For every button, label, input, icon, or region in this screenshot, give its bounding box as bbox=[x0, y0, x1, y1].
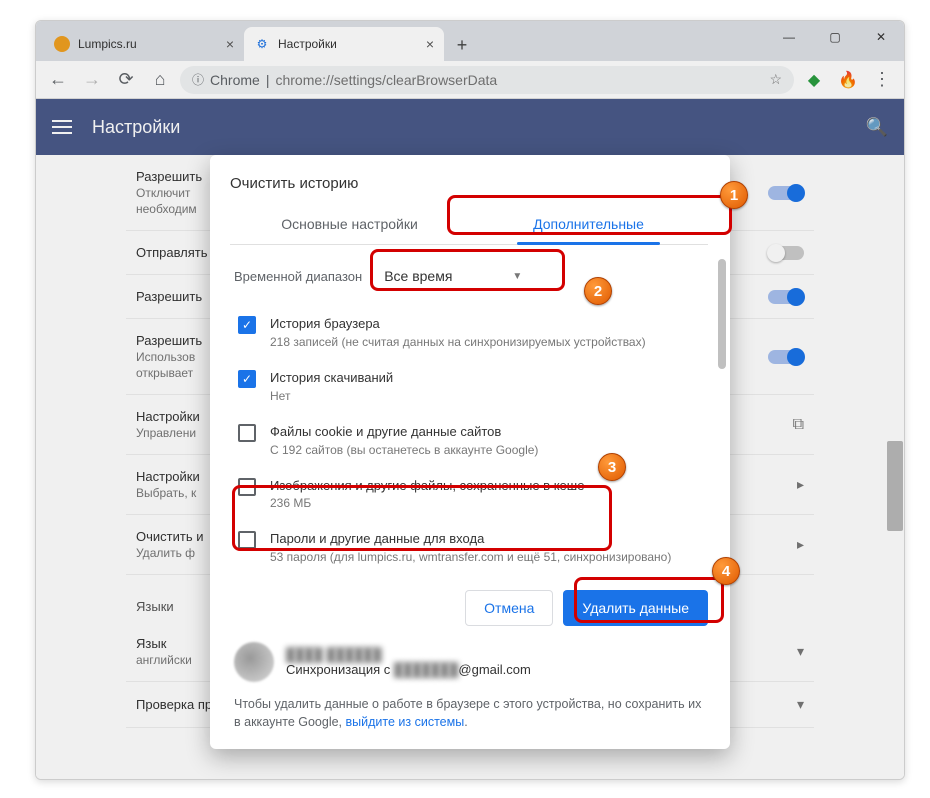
sync-text: ████ ██████ Синхронизация с ███████@gmai… bbox=[286, 647, 531, 677]
checkbox-title: Пароли и другие данные для входа bbox=[270, 530, 671, 549]
tab-basic[interactable]: Основные настройки bbox=[230, 204, 469, 244]
checkbox-sub: Нет bbox=[270, 389, 393, 403]
dialog-scroll-thumb[interactable] bbox=[718, 259, 726, 369]
clear-data-button[interactable]: Удалить данные bbox=[563, 590, 708, 626]
checkbox-row-passwords[interactable]: Пароли и другие данные для входа 53 паро… bbox=[234, 520, 720, 574]
time-range-value: Все время bbox=[384, 268, 452, 284]
checkbox-title: История браузера bbox=[270, 315, 646, 334]
checkbox[interactable] bbox=[238, 478, 256, 496]
avatar bbox=[234, 642, 274, 682]
checkbox-title: История скачиваний bbox=[270, 369, 393, 388]
checkbox-row-browsing-history[interactable]: ✓ История браузера 218 записей (не счита… bbox=[234, 305, 720, 359]
sync-prefix: Синхронизация с bbox=[286, 662, 394, 677]
dialog-tabs: Основные настройки Дополнительные bbox=[230, 204, 708, 245]
time-range-select[interactable]: Все время ▼ bbox=[372, 259, 534, 293]
browser-window: ― ▢ ✕ Lumpics.ru × ⚙ Настройки × + ← → ⟳… bbox=[35, 20, 905, 780]
checkbox-sub: 53 пароля (для lumpics.ru, wmtransfer.co… bbox=[270, 550, 671, 564]
checkbox-row-cache[interactable]: Изображения и другие файлы, сохраненные … bbox=[234, 467, 720, 521]
checkbox[interactable] bbox=[238, 424, 256, 442]
sign-out-link[interactable]: выйдите из системы bbox=[346, 715, 465, 729]
time-range-row: Временной диапазон Все время ▼ bbox=[234, 259, 720, 293]
checkbox-sub: 218 записей (не считая данных на синхрон… bbox=[270, 335, 646, 349]
footer-period: . bbox=[464, 715, 467, 729]
tab-advanced[interactable]: Дополнительные bbox=[469, 204, 708, 244]
checkbox[interactable]: ✓ bbox=[238, 316, 256, 334]
cancel-button[interactable]: Отмена bbox=[465, 590, 553, 626]
sync-suffix: @gmail.com bbox=[458, 662, 530, 677]
dialog-actions: Отмена Удалить данные bbox=[230, 580, 726, 626]
checkbox[interactable]: ✓ bbox=[238, 370, 256, 388]
dialog-body: Временной диапазон Все время ▼ ✓ История… bbox=[230, 245, 726, 580]
checkbox-sub: С 192 сайтов (вы останетесь в аккаунте G… bbox=[270, 443, 538, 457]
footer-note: Чтобы удалить данные о работе в браузере… bbox=[230, 686, 726, 731]
checkbox-row-download-history[interactable]: ✓ История скачиваний Нет bbox=[234, 359, 720, 413]
time-range-label: Временной диапазон bbox=[234, 269, 362, 284]
checkbox-row-cookies[interactable]: Файлы cookie и другие данные сайтов С 19… bbox=[234, 413, 720, 467]
sync-email-blurred: ███████ bbox=[394, 662, 458, 677]
sync-account-row: ████ ██████ Синхронизация с ███████@gmai… bbox=[230, 626, 726, 686]
checkbox-title: Изображения и другие файлы, сохраненные … bbox=[270, 477, 584, 496]
checkbox-sub: 236 МБ bbox=[270, 496, 584, 510]
clear-data-dialog: Очистить историю Основные настройки Допо… bbox=[210, 155, 730, 749]
dialog-title: Очистить историю bbox=[230, 175, 726, 192]
checkbox[interactable] bbox=[238, 531, 256, 549]
checkbox-title: Файлы cookie и другие данные сайтов bbox=[270, 423, 538, 442]
sync-name-blurred: ████ ██████ bbox=[286, 647, 531, 662]
dropdown-triangle-icon: ▼ bbox=[512, 271, 522, 282]
